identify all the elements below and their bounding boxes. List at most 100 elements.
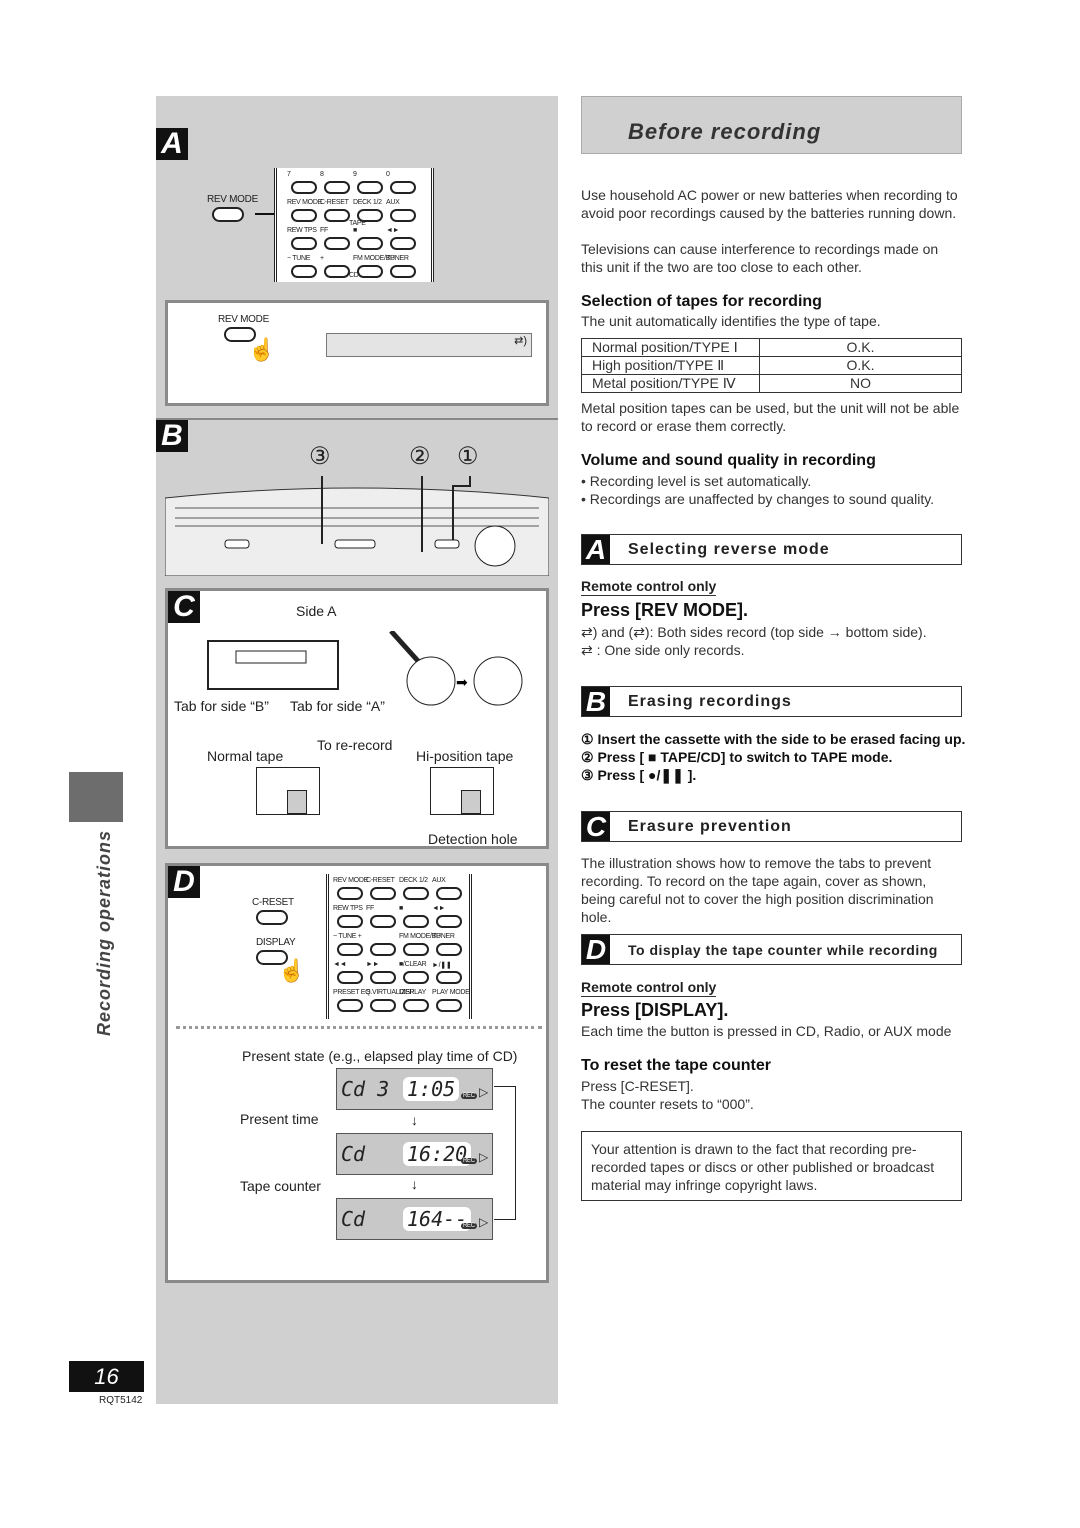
remote-key-label: ◄► [432,905,446,912]
remote-button [324,265,350,278]
section-c-header: C Erasure prevention [581,811,962,842]
remote-key-label: DISPLAY [399,989,426,996]
section-letter: A [582,535,610,564]
remote-button [390,181,416,194]
remote-key-label: REV MODE [333,877,368,884]
remote-button [357,237,383,250]
lcd-left-text: Cd [341,1142,366,1166]
remote-button [390,209,416,222]
remote-button [436,999,462,1012]
remote-button [291,181,317,194]
section-d-header: D To display the tape counter while recor… [581,934,962,965]
remote-button [403,887,429,900]
remote-button [337,999,363,1012]
lcd-display: Cd 3 1:05 REC ▷ [336,1068,493,1110]
remote-button [357,181,383,194]
play-arrow-icon: ▷ [479,1085,489,1099]
remote-button [403,915,429,928]
detection-hole-label: Detection hole [428,831,518,847]
table-row: Normal position/TYPE Ⅰ O.K. [581,338,962,357]
remote-button [436,887,462,900]
remote-button [403,971,429,984]
c-reset-button [256,910,288,925]
dotted-divider [176,1026,542,1029]
remote-key-label: ◄► [386,227,400,234]
pressing-hand-icon: ☝ [248,337,276,362]
remote-button [324,209,350,222]
remote-button [403,999,429,1012]
remote-key-label: − TUNE [287,255,311,262]
tape-label: TAPE [349,220,366,227]
reverse-mode-icon: ⇄) [514,335,527,347]
rec-indicator: REC [461,1158,477,1164]
remote-key-label: TUNER [432,933,455,940]
reverse-mode-one: ⇄ : One side only records. [581,642,745,658]
remote-key-label: C-RESET [320,199,349,206]
present-time-label: Present time [240,1111,319,1127]
erase-step: ① Insert the cassette with the side to b… [581,731,966,747]
lcd-left-text: Cd 3 [341,1077,390,1101]
cell: O.K. [759,338,962,357]
remote-button [390,265,416,278]
remote-key-label: ■/CLEAR [399,961,427,968]
remote-button [324,237,350,250]
figure-a-panel: REV MODE ☝ ⇄) [165,300,549,406]
remote-button [337,887,363,900]
tape-counter-label: Tape counter [240,1178,321,1194]
side-label: Recording operations [94,829,114,1036]
rev-mode-button [212,207,244,222]
remote-key-label: + [320,255,324,262]
lcd-right-text: 1:05 [403,1077,460,1101]
stereo-unit-illustration [165,476,549,576]
remote-key-label: ■ [399,905,403,912]
remote-button [324,181,350,194]
figure-c-panel: C Side A ➡ Tab for side “B” Tab for side… [165,588,549,849]
rec-indicator: REC [461,1093,477,1099]
lcd-left-text: Cd [341,1207,366,1231]
remote-key-label: TUNER [386,255,409,262]
remote-key-label: − TUNE + [333,933,362,940]
section-b-header: B Erasing recordings [581,686,962,717]
section-title: Erasure prevention [628,817,792,835]
copyright-notice: Your attention is drawn to the fact that… [581,1131,962,1201]
table-row: High position/TYPE Ⅱ O.K. [581,356,962,375]
normal-tape-icon [256,767,320,815]
metal-note: Metal position tapes can be used, but th… [581,400,960,434]
rec-indicator: REC [461,1223,477,1229]
remote-key-label: 8 [320,171,324,178]
remote-control-a: 7 8 9 0 REV MODE C-RESET DECK 1/2 AUX REW TPS FF ■… [274,168,434,282]
table-row: Metal position/TYPE Ⅳ NO [581,374,962,393]
section-letter: B [582,687,610,716]
remote-button [337,915,363,928]
down-arrow-icon: ↓ [411,1176,418,1192]
hi-position-tape-icon [430,767,494,815]
section-title: To display the tape counter while record… [628,941,938,958]
play-arrow-icon: ▷ [479,1150,489,1164]
remote-key-label: ►► [366,961,380,968]
cd-label: CD [349,272,359,279]
lcd-display: Cd 16:20 REC ▷ [336,1133,493,1175]
remote-button [403,943,429,956]
remote-key-label: ►/❚❚ [432,962,452,969]
remote-key-label: 9 [353,171,357,178]
remote-key-label: FF [366,905,374,912]
intro-paragraph: Televisions can cause interference to re… [581,241,939,275]
play-arrow-icon: ▷ [479,1215,489,1229]
divider [156,418,558,420]
cell: NO [759,374,962,393]
remote-key-label: DECK 1/2 [399,877,428,884]
figure-label-a: A [156,128,188,160]
callout-2: ② [409,443,431,470]
callout-3: ③ [309,443,331,470]
remote-key-label: REW TPS [287,227,317,234]
cell: Normal position/TYPE Ⅰ [581,338,760,357]
remote-key-label: AUX [386,199,400,206]
side-tab [69,772,123,822]
remote-button [436,971,462,984]
press-instruction: Press [DISPLAY]. [581,1000,729,1020]
figure-label-d: D [168,866,200,898]
erasure-text: The illustration shows how to remove the… [581,855,934,925]
cell: O.K. [759,356,962,375]
to-rerecord-label: To re-record [317,737,393,753]
display-label: DISPLAY [256,937,296,948]
